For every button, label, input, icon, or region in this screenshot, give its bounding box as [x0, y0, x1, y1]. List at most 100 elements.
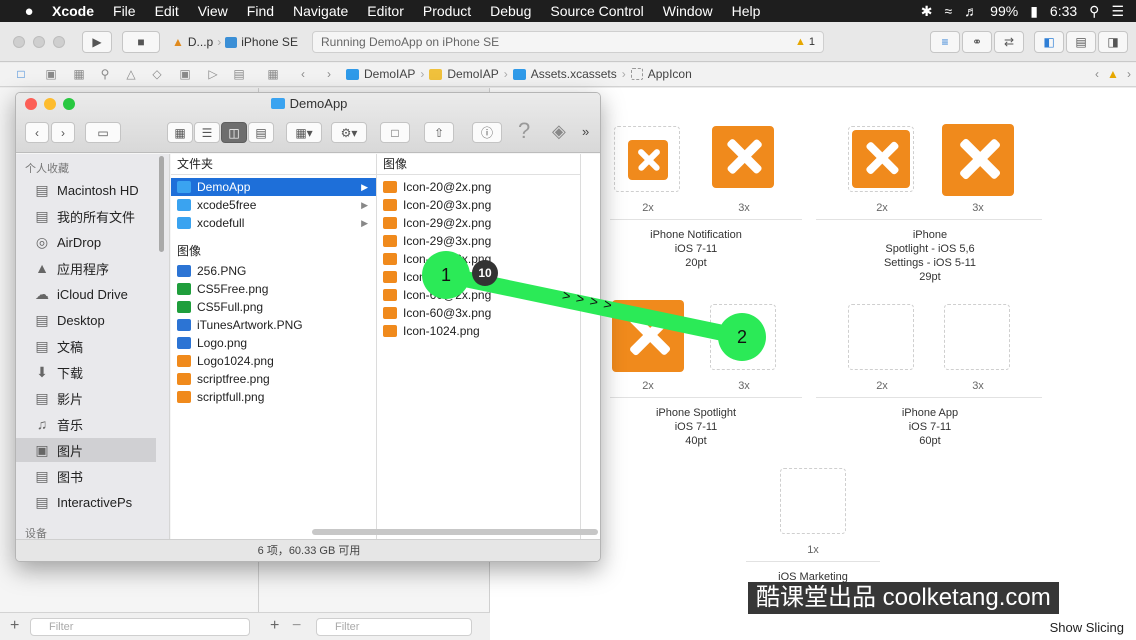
list-item[interactable]: xcode5free ▶ [171, 196, 376, 214]
sidebar-item-movies[interactable]: ▤ 影片 [16, 386, 156, 410]
find-navigator-icon[interactable]: ⚲ [98, 67, 112, 81]
list-item[interactable]: Icon-1024.png [377, 322, 580, 340]
menu-editor[interactable]: Editor [367, 3, 404, 19]
report-navigator-icon[interactable]: ▤ [232, 67, 246, 81]
list-item[interactable]: scriptfull.png [171, 388, 376, 406]
debug-area-toggle-icon[interactable]: ▤ [1066, 31, 1096, 53]
forward-arrow-icon[interactable]: › [322, 67, 336, 81]
list-item[interactable]: Icon-29@3x.png [377, 232, 580, 250]
source-control-navigator-icon[interactable]: ▣ [44, 67, 58, 81]
sidebar-scrollbar[interactable] [159, 156, 164, 252]
list-item[interactable]: Icon-20@3x.png [377, 196, 580, 214]
bluetooth-icon[interactable]: ✱ [921, 3, 933, 20]
utilities-toggle-icon[interactable]: ◨ [1098, 31, 1128, 53]
list-item[interactable]: Icon-40@2x.png [377, 250, 580, 268]
action-gear-icon[interactable]: ⚙▾ [331, 122, 367, 143]
remove-asset-icon[interactable]: − [292, 617, 301, 635]
share-icon[interactable]: ⇧ [424, 122, 454, 143]
list-item[interactable]: xcodefull ▶ [171, 214, 376, 232]
forward-button[interactable]: › [51, 122, 75, 143]
list-item[interactable]: Icon-60@3x.png [377, 304, 580, 322]
list-item[interactable]: DemoApp ▶ [171, 178, 376, 196]
sidebar-item-downloads[interactable]: ⬇ 下载 [16, 360, 156, 384]
icon-view-icon[interactable]: ▦ [167, 122, 193, 143]
navigator-toggle-icon[interactable]: ◧ [1034, 31, 1064, 53]
menu-find[interactable]: Find [247, 3, 274, 19]
stack-icon[interactable]: ◈ [552, 121, 566, 142]
project-navigator-icon[interactable]: □ [14, 67, 28, 81]
menu-edit[interactable]: Edit [155, 3, 179, 19]
issue-navigator-icon[interactable]: △ [124, 67, 138, 81]
menu-product[interactable]: Product [423, 3, 471, 19]
menu-xcode[interactable]: Xcode [52, 3, 94, 19]
debug-navigator-icon[interactable]: ▣ [178, 67, 192, 81]
test-navigator-icon[interactable]: ◇ [150, 67, 164, 81]
breakpoint-navigator-icon[interactable]: ▷ [206, 67, 220, 81]
sidebar-item-macintosh-hd[interactable]: ▤ Macintosh HD [16, 178, 156, 202]
scheme-selector[interactable]: ▲ D...p › iPhone SE [166, 31, 306, 53]
asset-filter-input[interactable]: Filter [316, 618, 472, 636]
next-issue-icon[interactable]: › [1122, 67, 1136, 81]
new-folder-icon[interactable]: □ [380, 122, 410, 143]
menu-help[interactable]: Help [732, 3, 761, 19]
sidebar-item-pictures[interactable]: ▣ 图片 [16, 438, 156, 462]
cover-flow-icon[interactable]: ▤ [248, 122, 274, 143]
run-button[interactable]: ▶ [82, 31, 112, 53]
spotlight-search-icon[interactable]: ⚲ [1089, 3, 1099, 20]
icon-slot-app-2x[interactable] [848, 304, 914, 370]
list-item[interactable]: CS5Free.png [171, 280, 376, 298]
icon-slot-marketing-1x[interactable] [780, 468, 846, 534]
column-view-icon[interactable]: ◫ [221, 122, 247, 143]
breadcrumb-project[interactable]: DemoIAP [364, 67, 415, 81]
minimize-window-button[interactable] [33, 36, 45, 48]
help-icon[interactable]: ? [518, 118, 530, 144]
version-editor-icon[interactable]: ⇄ [994, 31, 1024, 53]
horizontal-scrollbar[interactable] [312, 529, 598, 535]
clock[interactable]: 6:33 [1050, 3, 1077, 19]
issue-warning-icon[interactable]: ▲ [1106, 67, 1120, 81]
sidebar-item-music[interactable]: ♫ 音乐 [16, 412, 156, 436]
sidebar-item-desktop[interactable]: ▤ Desktop [16, 308, 156, 332]
warning-indicator[interactable]: ▲ 1 [795, 32, 815, 52]
previous-issue-icon[interactable]: ‹ [1090, 67, 1104, 81]
standard-editor-icon[interactable]: ≡ [930, 31, 960, 53]
sidebar-item-documents[interactable]: ▤ 文稿 [16, 334, 156, 358]
breadcrumb-assets[interactable]: Assets.xcassets [531, 67, 617, 81]
sidebar-item-all-files[interactable]: ▤ 我的所有文件 [16, 204, 156, 228]
back-arrow-icon[interactable]: ‹ [296, 67, 310, 81]
sidebar-item-interactiveps[interactable]: ▤ InteractivePs [16, 490, 156, 514]
list-item[interactable]: Icon-60@2x.png [377, 286, 580, 304]
list-item[interactable]: Icon-40@3x.png [377, 268, 580, 286]
related-items-icon[interactable]: ▦ [266, 67, 280, 81]
menu-file[interactable]: File [113, 3, 136, 19]
menu-window[interactable]: Window [663, 3, 713, 19]
symbol-navigator-icon[interactable]: ▦ [72, 67, 86, 81]
list-item[interactable]: Logo.png [171, 334, 376, 352]
stop-button[interactable]: ■ [122, 31, 160, 53]
list-item[interactable]: Icon-20@2x.png [377, 178, 580, 196]
breadcrumb-group[interactable]: DemoIAP [447, 67, 498, 81]
notification-center-icon[interactable]: ☰ [1111, 3, 1124, 20]
menu-view[interactable]: View [198, 3, 228, 19]
battery-icon[interactable]: ▮ [1030, 3, 1038, 20]
zoom-window-button[interactable] [53, 36, 65, 48]
sidebar-item-applications[interactable]: ▲ 应用程序 [16, 256, 156, 280]
icon-slot-app-3x[interactable] [944, 304, 1010, 370]
list-item[interactable]: iTunesArtwork.PNG [171, 316, 376, 334]
navigator-filter-input[interactable]: Filter [30, 618, 250, 636]
add-asset-icon[interactable]: + [270, 617, 279, 635]
menu-source-control[interactable]: Source Control [550, 3, 643, 19]
list-item[interactable]: Icon-29@2x.png [377, 214, 580, 232]
add-icon[interactable]: + [10, 617, 19, 635]
list-item[interactable]: Logo1024.png [171, 352, 376, 370]
icon-slot-spotlight-3x[interactable] [710, 304, 776, 370]
apple-menu-icon[interactable]: ● [20, 3, 38, 20]
list-item[interactable]: scriptfree.png [171, 370, 376, 388]
more-toolbar-icon[interactable]: » [582, 124, 589, 139]
list-view-icon[interactable]: ☰ [194, 122, 220, 143]
breadcrumb-appicon[interactable]: AppIcon [648, 67, 692, 81]
battery-percent[interactable]: 99% [990, 3, 1018, 19]
menu-debug[interactable]: Debug [490, 3, 531, 19]
wifi-icon[interactable]: ≈ [944, 3, 952, 19]
assistant-editor-icon[interactable]: ⚭ [962, 31, 992, 53]
